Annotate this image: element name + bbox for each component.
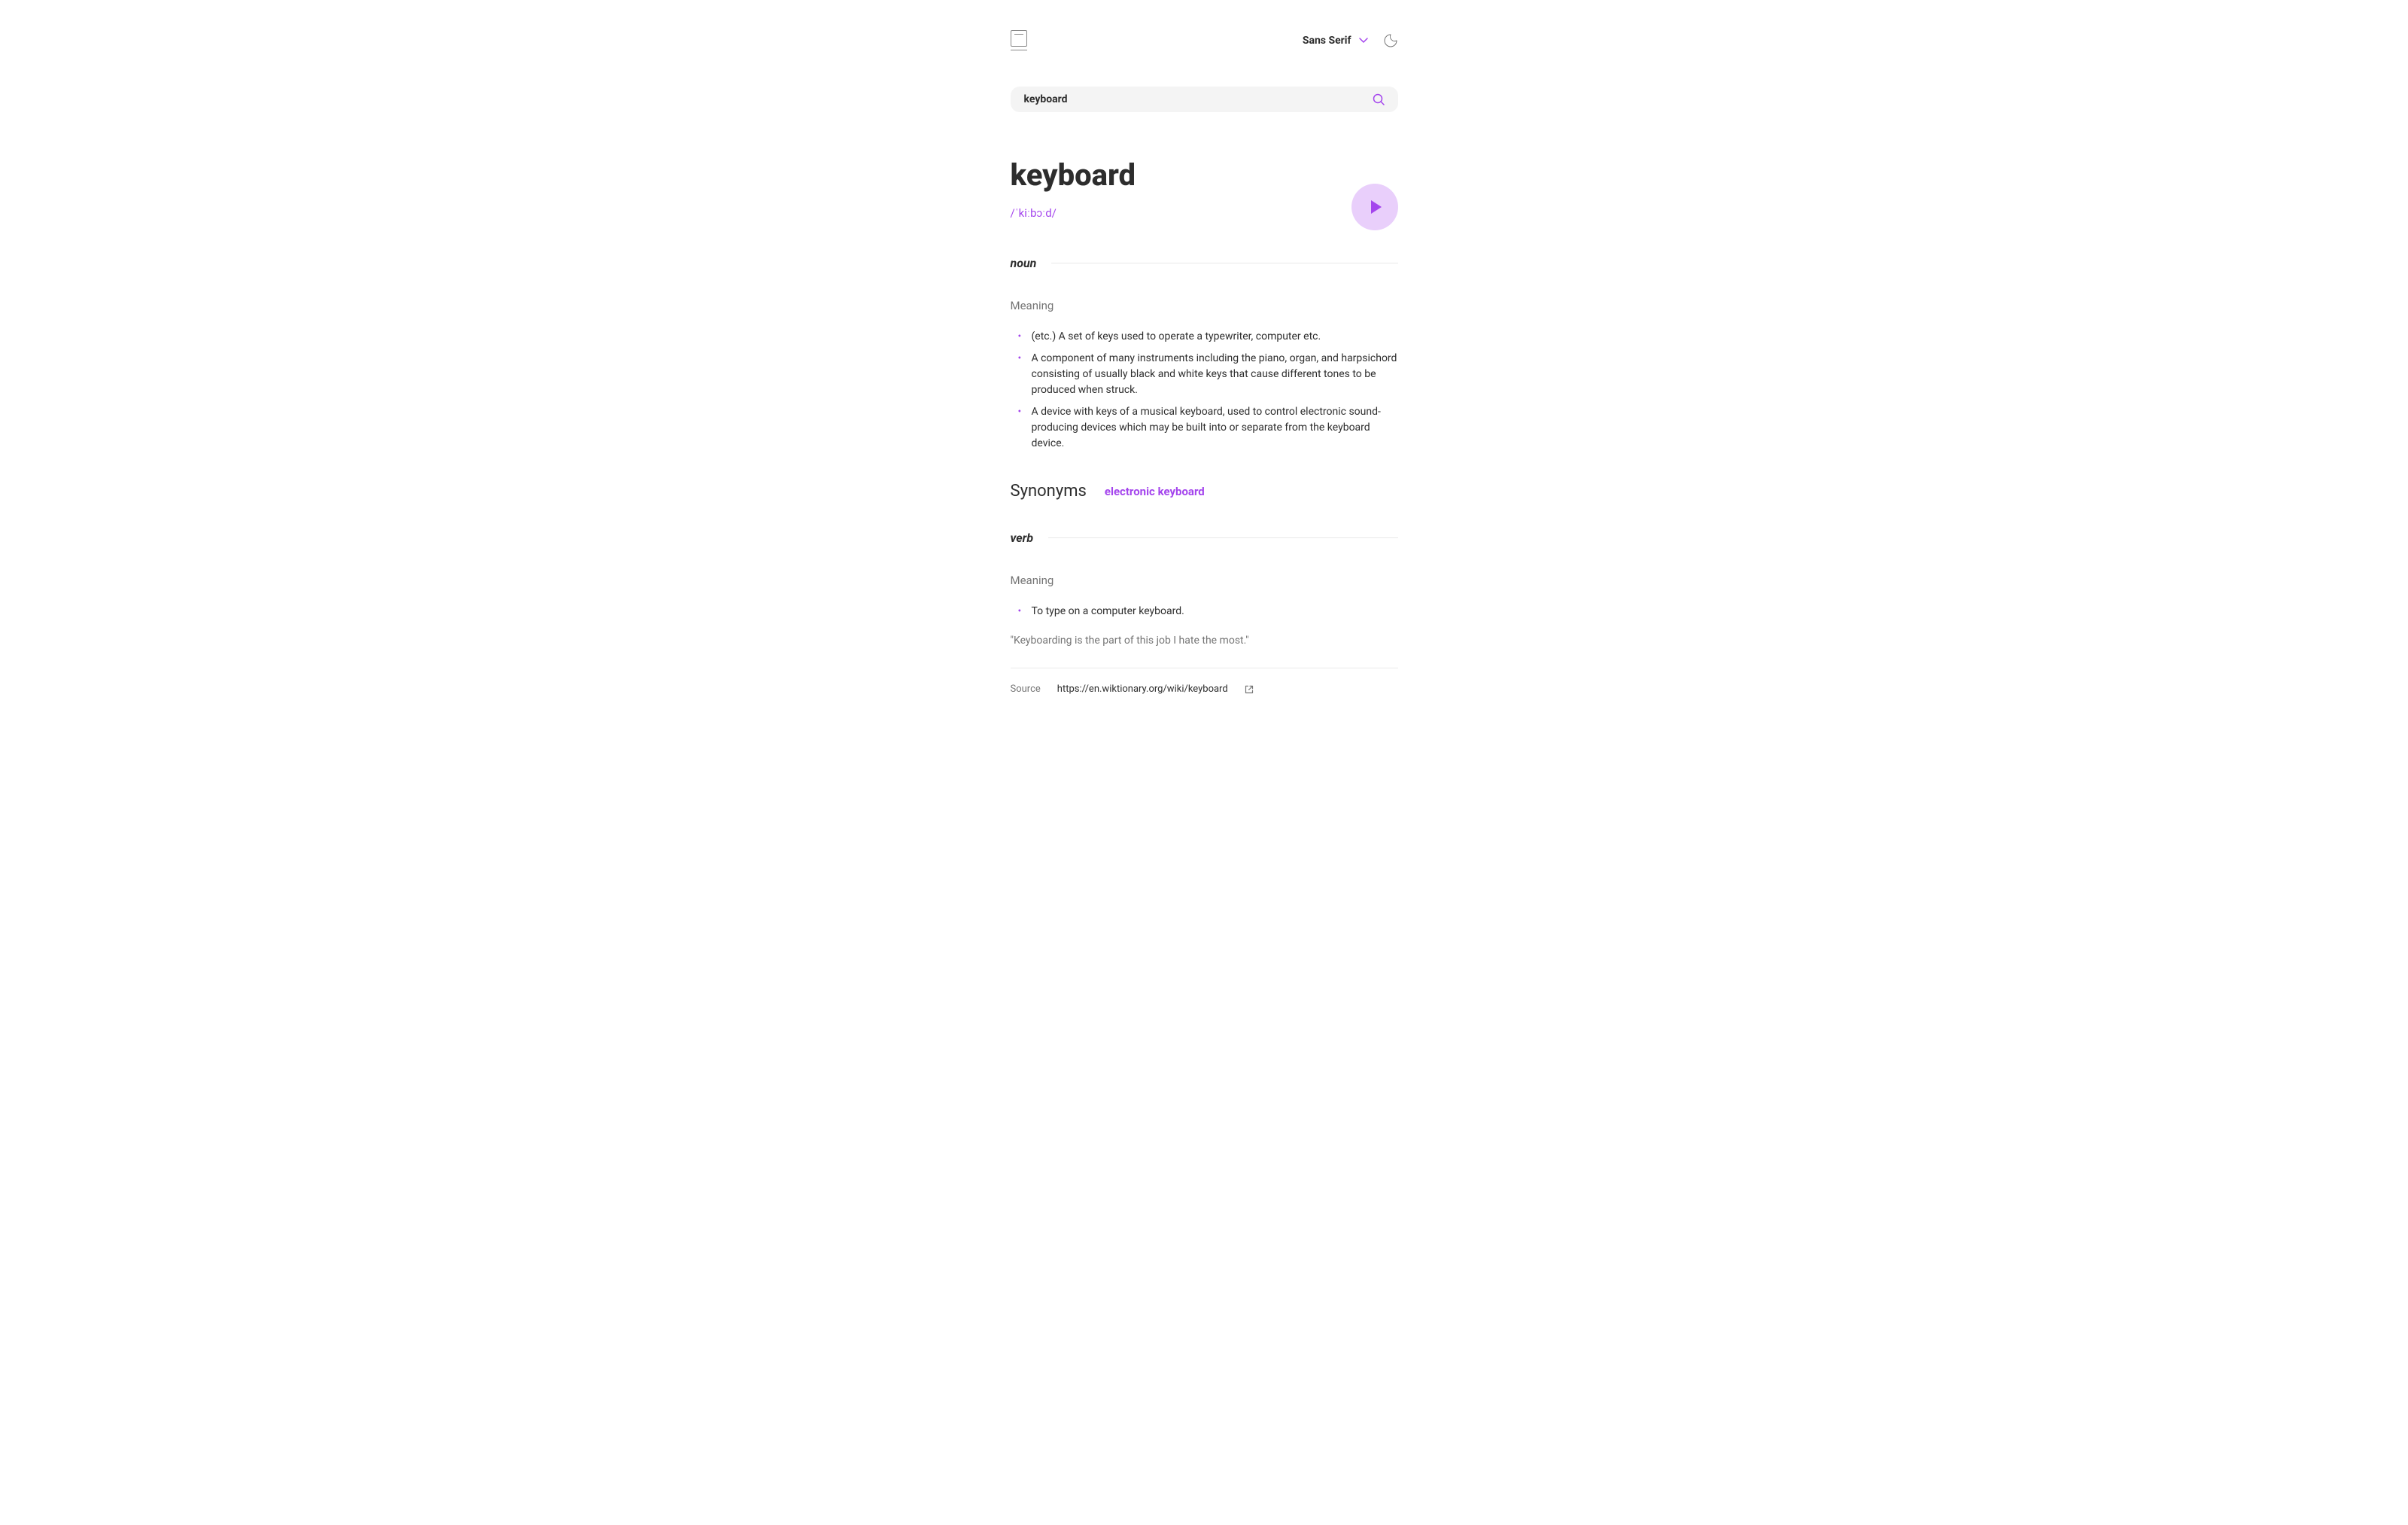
play-icon [1371, 200, 1382, 214]
part-of-speech-label: verb [1011, 531, 1034, 545]
topbar: Sans Serif [1011, 30, 1398, 50]
synonyms-row: Synonyms electronic keyboard [1011, 482, 1398, 501]
synonym-link[interactable]: electronic keyboard [1105, 485, 1205, 498]
chevron-down-icon [1359, 38, 1368, 43]
word-title: keyboard [1011, 157, 1398, 193]
list-item: To type on a computer keyboard. [1032, 604, 1398, 619]
list-item: (etc.) A set of keys used to operate a t… [1032, 329, 1398, 345]
list-item: A component of many instruments includin… [1032, 351, 1398, 398]
source-link[interactable]: https://en.wiktionary.org/wiki/keyboard [1057, 683, 1228, 695]
meanings-list: (etc.) A set of keys used to operate a t… [1011, 329, 1398, 452]
meaning-heading: Meaning [1011, 574, 1398, 587]
searchbar[interactable] [1011, 87, 1398, 112]
part-of-speech-row: noun [1011, 256, 1398, 270]
list-item: A device with keys of a musical keyboard… [1032, 404, 1398, 452]
play-audio-button[interactable] [1351, 184, 1398, 230]
pronunciation: /ˈkiːbɔːd/ [1011, 206, 1398, 220]
word-header: keyboard /ˈkiːbɔːd/ [1011, 157, 1398, 220]
example-sentence: "Keyboarding is the part of this job I h… [1011, 635, 1398, 647]
meanings-list: To type on a computer keyboard. [1011, 604, 1398, 619]
app-logo[interactable] [1011, 30, 1029, 50]
search-icon[interactable] [1373, 93, 1385, 105]
search-input[interactable] [1024, 93, 1373, 105]
font-selector-label: Sans Serif [1303, 35, 1351, 47]
moon-icon [1383, 33, 1398, 48]
theme-toggle[interactable] [1383, 33, 1398, 48]
part-of-speech-row: verb [1011, 531, 1398, 545]
book-icon [1011, 30, 1027, 47]
synonyms-heading: Synonyms [1011, 482, 1087, 501]
source-label: Source [1011, 683, 1041, 695]
divider [1048, 537, 1397, 538]
source-row: Source https://en.wiktionary.org/wiki/ke… [1011, 668, 1398, 695]
external-link-icon [1245, 685, 1254, 694]
meaning-heading: Meaning [1011, 299, 1398, 312]
part-of-speech-label: noun [1011, 256, 1037, 270]
font-selector[interactable]: Sans Serif [1303, 35, 1368, 47]
topbar-controls: Sans Serif [1303, 33, 1398, 48]
